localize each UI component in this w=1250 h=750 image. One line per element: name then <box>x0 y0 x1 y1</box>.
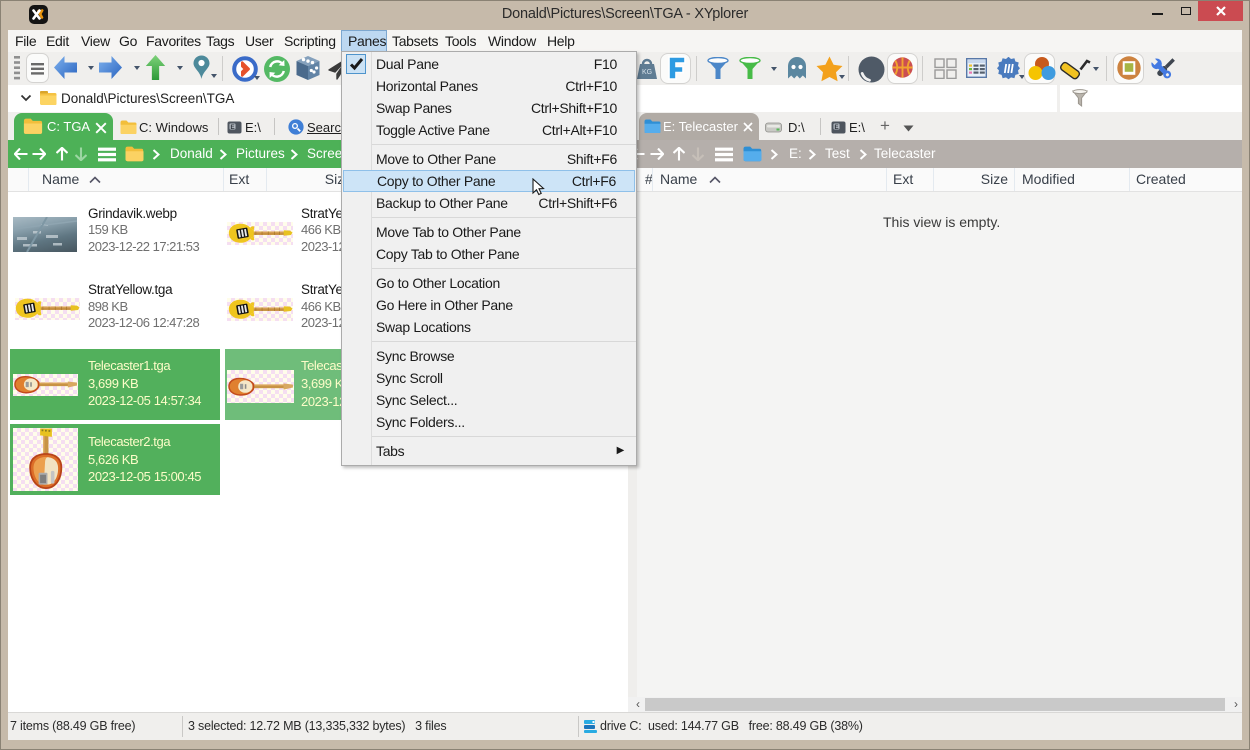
svg-text:E: E <box>230 124 235 131</box>
svg-text:KG: KG <box>642 69 652 76</box>
svg-text:E: E <box>834 124 839 131</box>
